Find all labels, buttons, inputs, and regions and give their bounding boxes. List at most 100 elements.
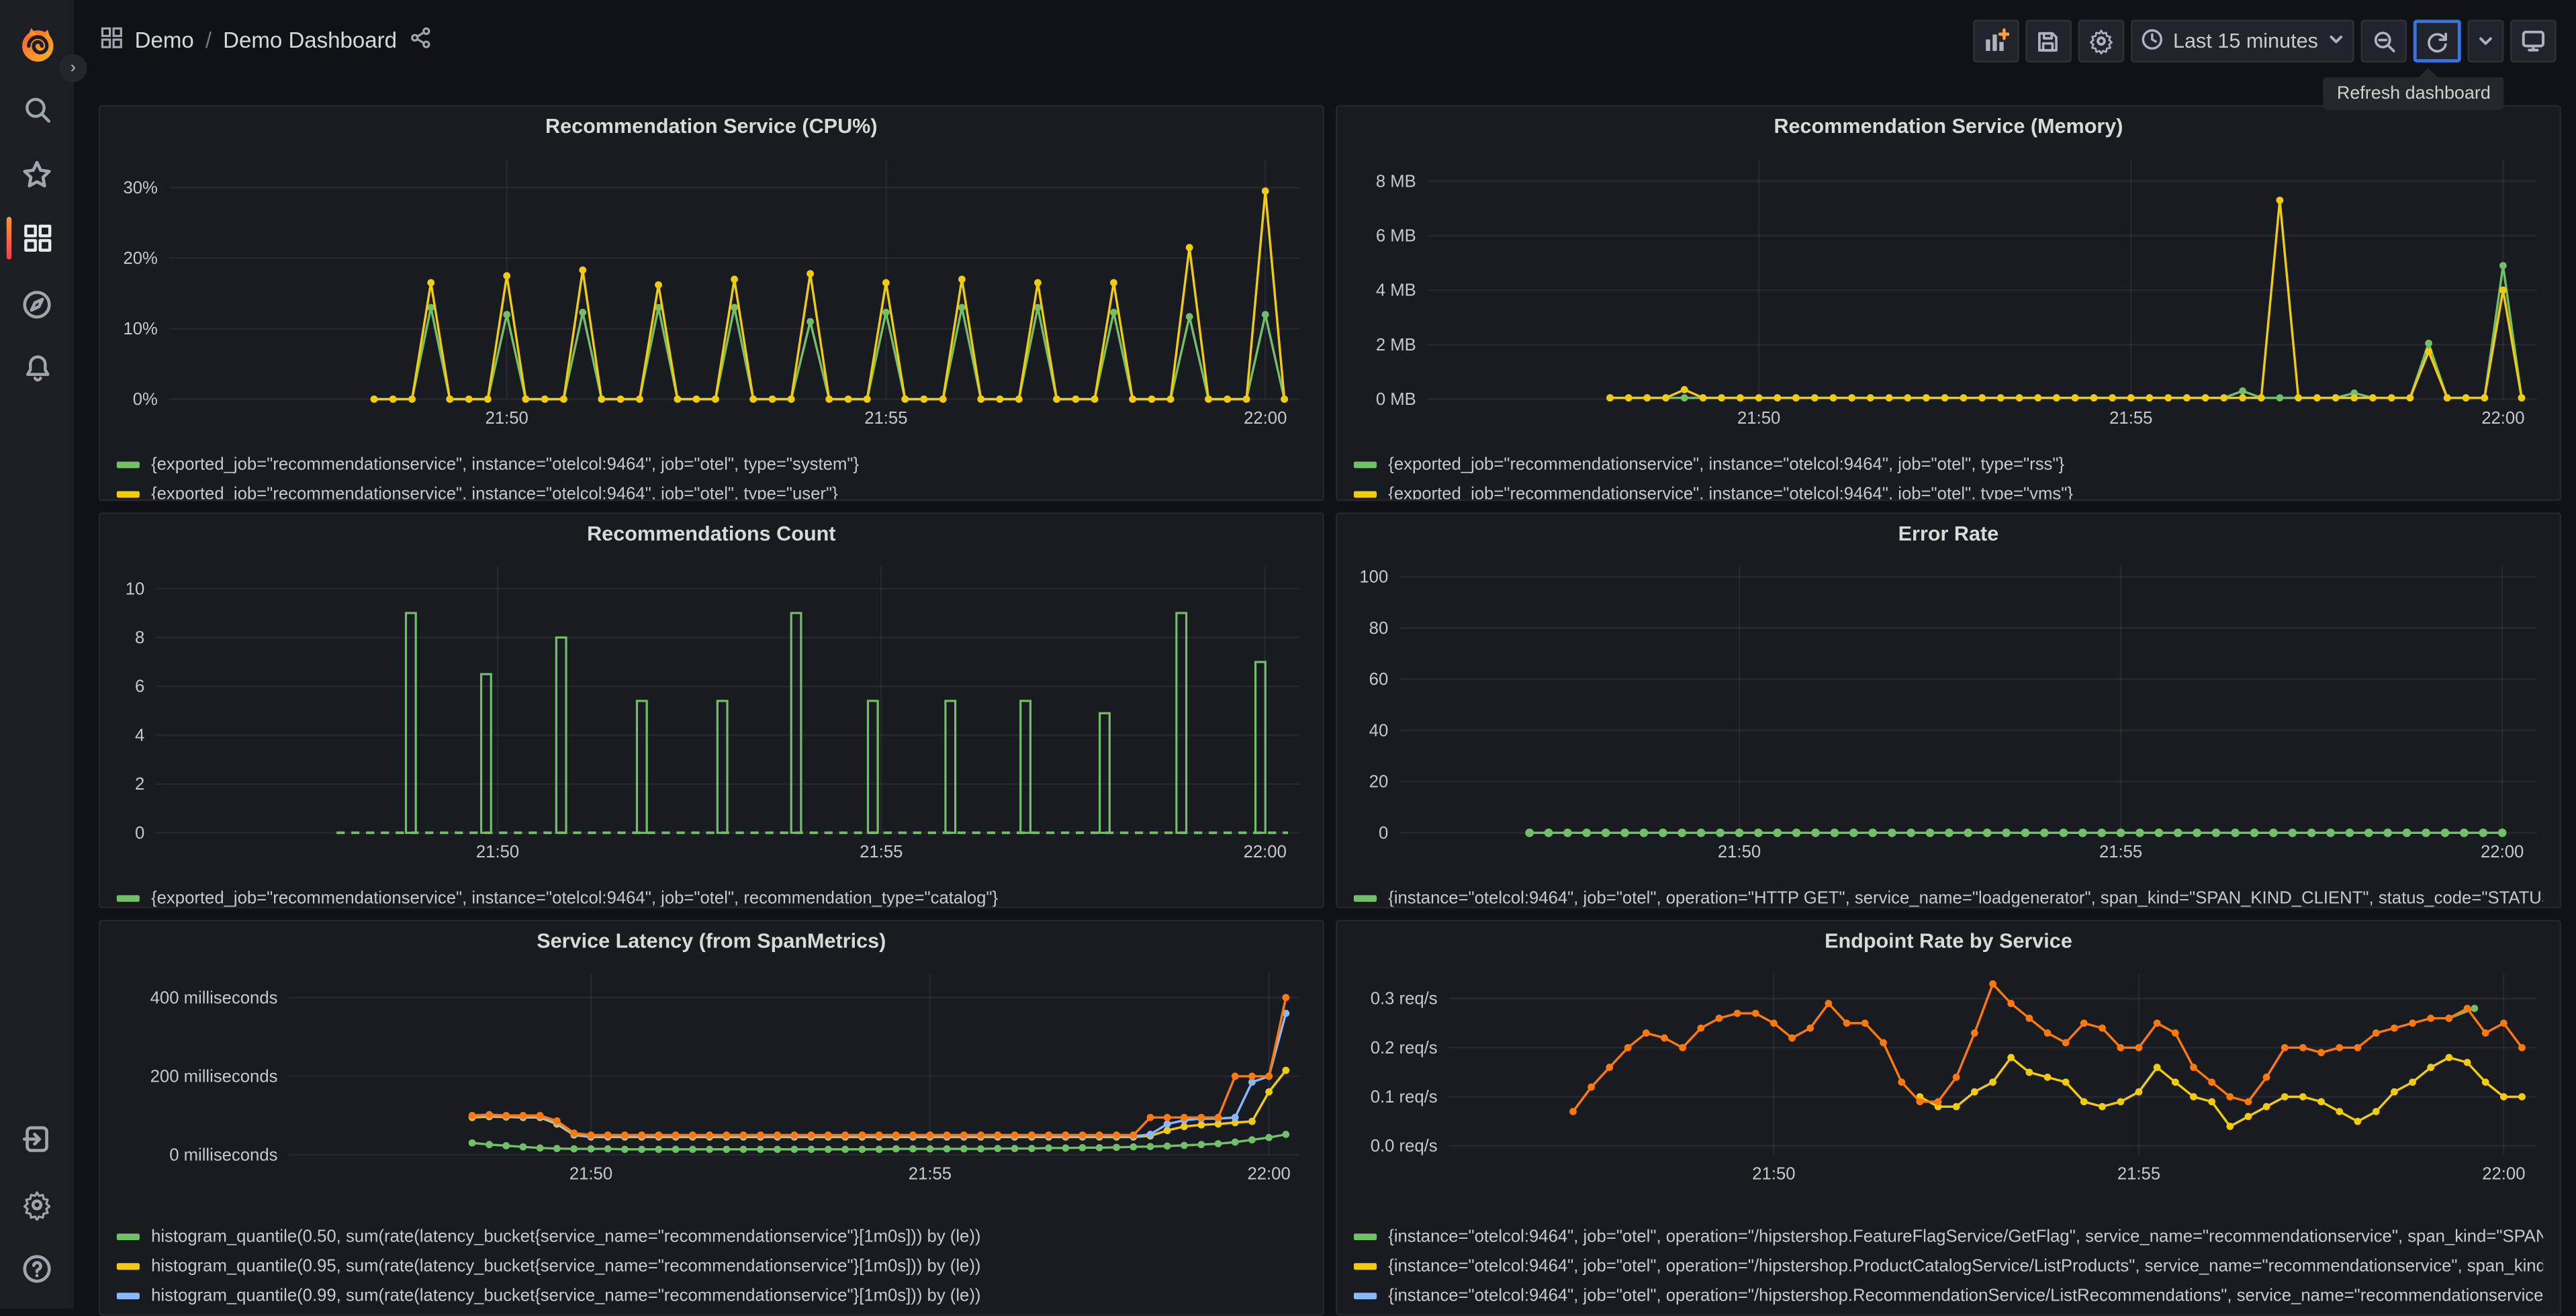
panel-title[interactable]: Endpoint Rate by Service (1337, 921, 2559, 961)
panel-error-rate: Error Rate 21:50 21:55 22:00 0 20 40 60 80 100 {… (1335, 512, 2561, 908)
breadcrumb-folder[interactable]: Demo (135, 28, 194, 53)
svg-text:0 milliseconds: 0 milliseconds (169, 1145, 277, 1164)
legend: {instance="otelcol:9464", job="otel", op… (1337, 1222, 2559, 1314)
legend-item[interactable]: histogram_quantile(0.999, sum(rate(laten… (117, 1311, 1306, 1314)
add-panel-button[interactable] (1972, 19, 2019, 62)
svg-text:80: 80 (1369, 619, 1389, 638)
breadcrumb-dashboard[interactable]: Demo Dashboard (223, 28, 397, 53)
svg-text:22:00: 22:00 (1244, 843, 1287, 861)
time-series-chart[interactable]: 21:50 21:55 22:00 0.0 req/s 0.1 req/s 0.2 req… (1350, 961, 2550, 1191)
svg-text:100: 100 (1359, 568, 1388, 587)
panel-endpoint-rate-by-service: Endpoint Rate by Service 21:50 21:55 22:00… (1335, 920, 2561, 1316)
legend-label: {exported_job="recommendationservice", i… (1388, 455, 2065, 475)
settings-gear-icon[interactable] (0, 1176, 74, 1232)
legend-swatch (116, 461, 140, 469)
alerting-bell-icon[interactable] (0, 340, 74, 395)
panel-title[interactable]: Recommendations Count (100, 514, 1322, 554)
legend-item[interactable]: {instance="otelcol:9464", job="otel", op… (1353, 1281, 2544, 1311)
share-icon[interactable] (408, 26, 431, 54)
panel-service-latency-from-spanmetrics: Service Latency (from SpanMetrics) 21:50… (98, 920, 1324, 1316)
svg-text:21:55: 21:55 (2117, 1165, 2160, 1184)
svg-text:0 MB: 0 MB (1376, 390, 1416, 409)
svg-text:0.1 req/s: 0.1 req/s (1371, 1088, 1438, 1107)
svg-text:21:55: 21:55 (860, 843, 903, 861)
legend-item[interactable]: histogram_quantile(0.99, sum(rate(latenc… (116, 1281, 1306, 1311)
legend-item[interactable]: {instance="otelcol:9464", job="otel", op… (1354, 1311, 2543, 1314)
svg-text:22:00: 22:00 (2481, 409, 2524, 428)
svg-text:22:00: 22:00 (1244, 409, 1287, 428)
legend-item[interactable]: {exported_job="recommendationservice", i… (1353, 479, 2543, 502)
breadcrumb: Demo / Demo Dashboard (100, 26, 431, 54)
svg-text:400 milliseconds: 400 milliseconds (150, 988, 278, 1007)
legend-item[interactable]: {instance="otelcol:9464", job="otel", op… (1353, 1222, 2544, 1252)
svg-text:0.3 req/s: 0.3 req/s (1371, 990, 1438, 1008)
svg-text:60: 60 (1369, 670, 1389, 689)
svg-text:0: 0 (1379, 824, 1388, 843)
svg-text:10%: 10% (123, 320, 157, 338)
panel-title[interactable]: Recommendation Service (CPU%) (100, 107, 1322, 146)
legend-label: {exported_job="recommendationservice", i… (151, 888, 999, 908)
legend-swatch (1353, 461, 1377, 469)
chevron-down-icon (2328, 30, 2344, 52)
svg-text:4: 4 (135, 726, 144, 745)
panel-title[interactable]: Recommendation Service (Memory) (1337, 107, 2559, 146)
svg-text:22:00: 22:00 (2481, 843, 2524, 861)
legend-item[interactable]: histogram_quantile(0.95, sum(rate(latenc… (116, 1252, 1306, 1281)
time-range-picker[interactable]: Last 15 minutes (2130, 19, 2354, 62)
svg-text:40: 40 (1369, 721, 1389, 740)
legend: histogram_quantile(0.50, sum(rate(latenc… (100, 1222, 1322, 1314)
time-series-chart[interactable]: 21:50 21:55 22:00 0 2 4 6 8 10 (113, 553, 1313, 869)
svg-text:0: 0 (135, 824, 144, 843)
legend-swatch (116, 895, 140, 902)
star-icon[interactable] (0, 146, 74, 202)
legend-item[interactable]: {instance="otelcol:9464", job="otel", op… (1353, 884, 2543, 906)
legend-label: {instance="otelcol:9464", job="otel", op… (1388, 1286, 2544, 1306)
panel-title[interactable]: Service Latency (from SpanMetrics) (100, 921, 1322, 961)
search-icon[interactable] (0, 82, 74, 138)
time-series-chart[interactable]: 21:50 21:55 22:00 0 milliseconds 200 millise… (113, 961, 1313, 1191)
sidebar-item-dashboards[interactable] (0, 210, 74, 266)
dashboard-settings-button[interactable] (2078, 19, 2124, 62)
legend: {instance="otelcol:9464", job="otel", op… (1337, 884, 2559, 906)
legend-label: {exported_job="recommendationservice", i… (151, 455, 860, 475)
zoom-out-button[interactable] (2360, 19, 2407, 62)
refresh-tooltip: Refresh dashboard (2324, 68, 2504, 110)
legend-item[interactable]: {exported_job="recommendationservice", i… (116, 479, 1306, 500)
svg-text:2 MB: 2 MB (1376, 336, 1416, 355)
svg-text:21:50: 21:50 (1737, 409, 1780, 428)
save-dashboard-button[interactable] (2025, 19, 2072, 62)
time-series-chart[interactable]: 21:50 21:55 22:00 0 20 40 60 80 100 (1350, 553, 2550, 869)
legend-item[interactable]: {exported_job="recommendationservice", i… (1353, 450, 2543, 479)
legend-label: {exported_job="recommendationservice", i… (1388, 484, 2073, 502)
refresh-dashboard-button[interactable] (2413, 19, 2461, 62)
svg-text:6 MB: 6 MB (1376, 227, 1416, 246)
time-series-chart[interactable]: 21:50 21:55 22:00 0% 10% 20% 30% (113, 146, 1313, 436)
svg-text:21:55: 21:55 (909, 1165, 952, 1184)
time-series-chart[interactable]: 21:50 21:55 22:00 0 MB 2 MB 4 MB 6 MB 8 MB (1350, 146, 2550, 436)
svg-text:6: 6 (135, 677, 144, 696)
panel-title[interactable]: Error Rate (1337, 514, 2559, 554)
legend-swatch (1353, 1292, 1377, 1300)
sign-in-icon[interactable] (0, 1111, 74, 1166)
legend-item[interactable]: histogram_quantile(0.50, sum(rate(latenc… (116, 1222, 1306, 1252)
chart-area: 21:50 21:55 22:00 0 MB 2 MB 4 MB 6 MB 8 MB (1337, 146, 2559, 444)
explore-compass-icon[interactable] (0, 276, 74, 332)
legend-swatch (116, 491, 140, 498)
legend-item[interactable]: {exported_job="recommendationservice", i… (116, 450, 1306, 479)
cycle-view-mode-button[interactable] (2510, 19, 2557, 62)
legend-item[interactable]: {exported_job="recommendationservice", i… (116, 884, 1306, 908)
refresh-interval-dropdown[interactable] (2467, 19, 2504, 62)
svg-text:21:50: 21:50 (486, 409, 528, 428)
active-indicator (6, 216, 12, 260)
legend-swatch (1353, 895, 1377, 902)
sidebar-expand-button[interactable]: › (59, 54, 87, 83)
svg-text:10: 10 (126, 579, 145, 598)
chart-area: 21:50 21:55 22:00 0% 10% 20% 30% (100, 146, 1322, 444)
help-icon[interactable] (0, 1240, 74, 1296)
legend-item[interactable]: {instance="otelcol:9464", job="otel", op… (1353, 1252, 2543, 1281)
legend-label: histogram_quantile(0.50, sum(rate(latenc… (151, 1227, 981, 1247)
legend-label: {instance="otelcol:9464", job="otel", op… (1388, 1227, 2544, 1247)
svg-text:21:50: 21:50 (1752, 1165, 1795, 1184)
svg-text:21:50: 21:50 (476, 843, 519, 861)
svg-text:21:55: 21:55 (864, 409, 907, 428)
